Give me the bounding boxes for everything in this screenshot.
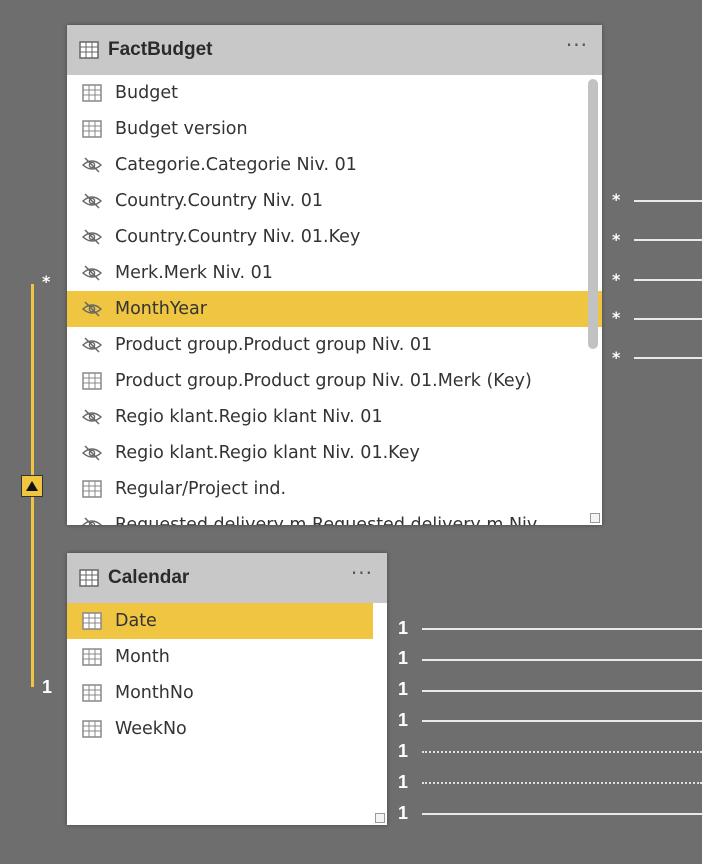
right-one-marker-1: 1 <box>398 618 409 638</box>
field-row[interactable]: Product group.Product group Niv. 01 <box>67 327 602 363</box>
table-icon <box>81 84 103 102</box>
hidden-icon <box>81 192 103 210</box>
filter-direction-arrow-icon[interactable] <box>21 475 43 497</box>
field-row[interactable]: Country.Country Niv. 01.Key <box>67 219 602 255</box>
field-row[interactable]: Budget <box>67 75 602 111</box>
right-one-marker-5: 1 <box>398 741 409 761</box>
factbudget-header[interactable]: FactBudget ··· <box>67 25 602 75</box>
field-label: Requested delivery m.Requested delivery … <box>115 515 538 525</box>
hidden-icon <box>81 516 103 525</box>
field-row[interactable]: Regio klant.Regio klant Niv. 01.Key <box>67 435 602 471</box>
field-label: Country.Country Niv. 01 <box>115 191 324 211</box>
calendar-table-card[interactable]: Calendar ··· Date Month MonthNo WeekNo <box>67 553 387 825</box>
relationship-line-calendar-4[interactable] <box>422 720 702 722</box>
table-icon <box>81 480 103 498</box>
table-icon <box>79 41 99 59</box>
table-title: Calendar <box>108 567 190 588</box>
calendar-header[interactable]: Calendar ··· <box>67 553 387 603</box>
right-one-marker-4: 1 <box>398 710 409 730</box>
field-row[interactable]: Product group.Product group Niv. 01.Merk… <box>67 363 602 399</box>
field-row[interactable]: Regular/Project ind. <box>67 471 602 507</box>
field-label: Month <box>115 647 170 667</box>
relationship-line-calendar-5[interactable] <box>422 751 702 753</box>
relationship-line-right-3[interactable] <box>634 279 702 281</box>
resize-handle[interactable] <box>375 813 385 823</box>
right-many-marker-3: * <box>612 270 621 289</box>
field-row[interactable]: Merk.Merk Niv. 01 <box>67 255 602 291</box>
scrollbar[interactable] <box>588 79 598 349</box>
resize-handle[interactable] <box>590 513 600 523</box>
field-row[interactable]: Country.Country Niv. 01 <box>67 183 602 219</box>
hidden-icon <box>81 444 103 462</box>
table-icon <box>81 120 103 138</box>
right-one-marker-6: 1 <box>398 772 409 792</box>
relationship-line-calendar-7[interactable] <box>422 813 702 815</box>
hidden-icon <box>81 264 103 282</box>
field-row[interactable]: Date <box>67 603 373 639</box>
table-icon <box>81 648 103 666</box>
relationship-line-right-4[interactable] <box>634 318 702 320</box>
field-list: Date Month MonthNo WeekNo <box>67 603 387 825</box>
field-row[interactable]: Categorie.Categorie Niv. 01 <box>67 147 602 183</box>
hidden-icon <box>81 300 103 318</box>
field-label: Regular/Project ind. <box>115 479 287 499</box>
relationship-line-calendar-3[interactable] <box>422 690 702 692</box>
field-label: Date <box>115 611 157 631</box>
more-options-icon[interactable]: ··· <box>351 561 373 585</box>
relationship-line-right-5[interactable] <box>634 357 702 359</box>
field-row[interactable]: Regio klant.Regio klant Niv. 01 <box>67 399 602 435</box>
field-row[interactable]: MonthYear <box>67 291 602 327</box>
factbudget-table-card[interactable]: FactBudget ··· Budget Budget version Categ… <box>67 25 602 525</box>
field-label: Regio klant.Regio klant Niv. 01.Key <box>115 443 420 463</box>
relationship-line-calendar-6[interactable] <box>422 782 702 784</box>
right-many-marker-4: * <box>612 308 621 327</box>
hidden-icon <box>81 336 103 354</box>
field-label: Product group.Product group Niv. 01 <box>115 335 433 355</box>
relationship-one-marker: 1 <box>42 677 53 697</box>
field-label: Country.Country Niv. 01.Key <box>115 227 361 247</box>
table-icon <box>81 720 103 738</box>
field-row[interactable]: Month <box>67 639 373 675</box>
table-icon <box>81 612 103 630</box>
relationship-line-calendar-2[interactable] <box>422 659 702 661</box>
hidden-icon <box>81 156 103 174</box>
field-row[interactable]: MonthNo <box>67 675 373 711</box>
field-row[interactable]: WeekNo <box>67 711 373 747</box>
field-label: MonthNo <box>115 683 194 703</box>
field-label: Regio klant.Regio klant Niv. 01 <box>115 407 383 427</box>
field-label: WeekNo <box>115 719 187 739</box>
table-icon <box>79 569 99 587</box>
field-label: Merk.Merk Niv. 01 <box>115 263 273 283</box>
field-row[interactable]: Budget version <box>67 111 602 147</box>
right-many-marker-5: * <box>612 348 621 367</box>
hidden-icon <box>81 228 103 246</box>
relationship-line-right-2[interactable] <box>634 239 702 241</box>
right-one-marker-7: 1 <box>398 803 409 823</box>
relationship-many-marker: * <box>42 272 51 291</box>
field-row[interactable]: Requested delivery m.Requested delivery … <box>67 507 602 525</box>
relationship-line-calendar-1[interactable] <box>422 628 702 630</box>
field-label: Categorie.Categorie Niv. 01 <box>115 155 357 175</box>
field-label: Budget <box>115 83 178 103</box>
right-one-marker-3: 1 <box>398 679 409 699</box>
field-label: Product group.Product group Niv. 01.Merk… <box>115 371 532 391</box>
right-many-marker-1: * <box>612 190 621 209</box>
table-icon <box>81 372 103 390</box>
right-one-marker-2: 1 <box>398 648 409 668</box>
field-label: Budget version <box>115 119 248 139</box>
field-list: Budget Budget version Categorie.Categorie … <box>67 75 602 525</box>
hidden-icon <box>81 408 103 426</box>
right-many-marker-2: * <box>612 230 621 249</box>
relationship-line-right-1[interactable] <box>634 200 702 202</box>
field-label: MonthYear <box>115 299 207 319</box>
table-icon <box>81 684 103 702</box>
more-options-icon[interactable]: ··· <box>566 33 588 57</box>
table-title: FactBudget <box>108 39 213 60</box>
